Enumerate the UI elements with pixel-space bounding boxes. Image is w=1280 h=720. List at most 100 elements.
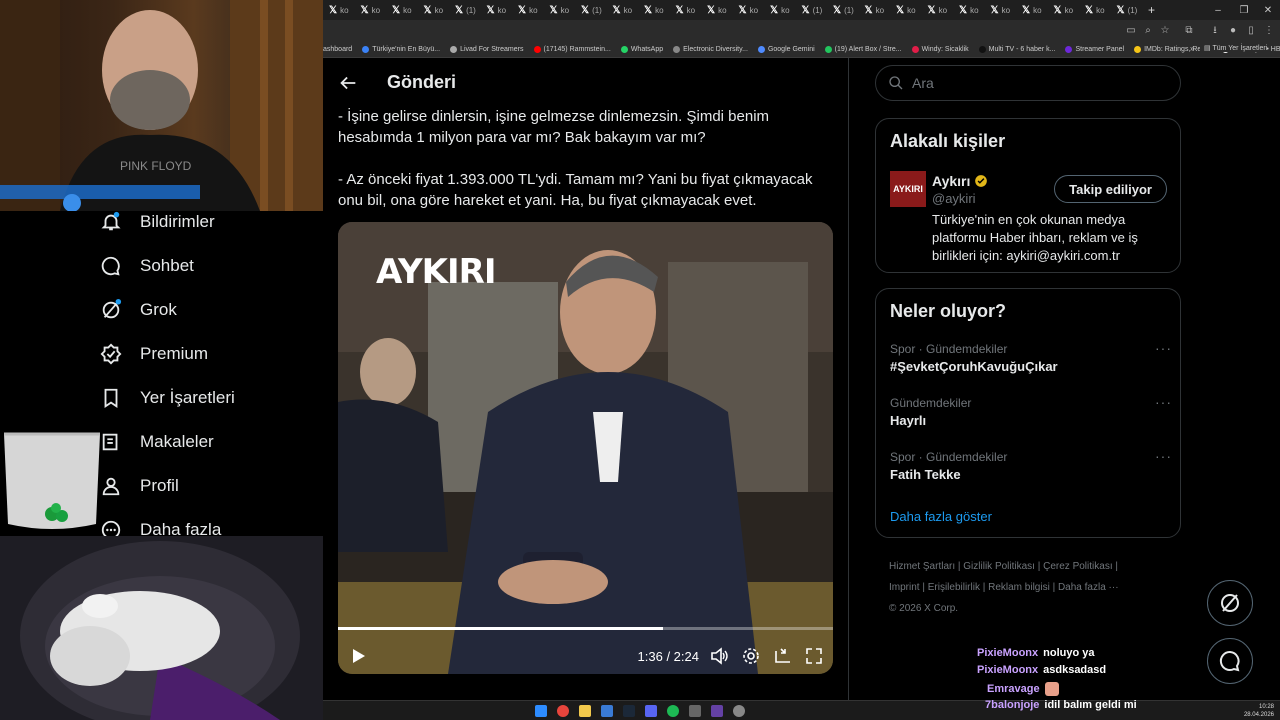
video-player[interactable]: AYKIRI 1:36 / 2:24 — [338, 222, 833, 674]
footer-link[interactable]: Daha fazla ··· — [1058, 582, 1119, 593]
bookmark-item[interactable]: Google Gemini — [757, 46, 815, 53]
bookmark-favicon-icon — [1065, 46, 1073, 53]
browser-tab[interactable]: 𝕏 (1) — [829, 0, 861, 20]
bookmark-item[interactable]: WhatsApp — [620, 46, 663, 53]
new-tab-button[interactable]: + — [1144, 0, 1176, 20]
nav-item-articles[interactable]: Makaleler — [100, 431, 214, 453]
nav-item-notifications[interactable]: Bildirimler — [100, 211, 215, 233]
app-icon[interactable] — [733, 705, 745, 717]
bookmarks-overflow-button[interactable]: » — [1190, 44, 1194, 53]
browser-tab[interactable]: 𝕏ko — [388, 0, 420, 20]
play-icon[interactable] — [348, 646, 368, 666]
browser-tab[interactable]: 𝕏ko — [703, 0, 735, 20]
more-options-icon[interactable]: ··· — [1155, 340, 1172, 356]
system-clock[interactable]: 10:28 28.04.2026 — [1244, 703, 1274, 719]
avatar[interactable]: AYKIRI — [890, 171, 926, 207]
streaming-app-icon[interactable] — [711, 705, 723, 717]
profile-avatar-icon[interactable]: ● — [1226, 24, 1240, 38]
show-more-link[interactable]: Daha fazla göster — [890, 509, 992, 524]
chrome-icon[interactable] — [557, 705, 569, 717]
download-icon[interactable]: ⭳ — [1208, 24, 1222, 38]
browser-tab[interactable]: 𝕏ko — [1081, 0, 1113, 20]
spotify-icon[interactable] — [667, 705, 679, 717]
browser-tab[interactable]: 𝕏ko — [514, 0, 546, 20]
bookmark-item[interactable]: ashboard — [323, 46, 352, 53]
extensions-icon[interactable]: ⧉ — [1182, 24, 1196, 38]
app-icon[interactable] — [689, 705, 701, 717]
browser-tab[interactable]: 𝕏 (1) — [1113, 0, 1145, 20]
footer-link[interactable]: Reklam bilgisi — [988, 582, 1050, 593]
start-icon[interactable] — [535, 705, 547, 717]
nav-item-profile[interactable]: Profil — [100, 475, 179, 497]
separator: | — [1034, 561, 1044, 572]
app-icon[interactable] — [601, 705, 613, 717]
browser-tab[interactable]: 𝕏ko — [325, 0, 357, 20]
browser-tab[interactable]: 𝕏ko — [955, 0, 987, 20]
trend-item[interactable]: Gündemdekiler Hayrlı ··· — [890, 394, 1172, 428]
video-progress-bar[interactable] — [338, 627, 833, 630]
bookmark-item[interactable]: Electronic Diversity... — [673, 46, 748, 53]
grok-fab-button[interactable] — [1207, 580, 1253, 626]
browser-tab[interactable]: 𝕏ko — [420, 0, 452, 20]
browser-tab[interactable]: 𝕏ko — [766, 0, 798, 20]
browser-tab[interactable]: 𝕏ko — [861, 0, 893, 20]
browser-tab[interactable]: 𝕏ko — [1050, 0, 1082, 20]
messages-fab-button[interactable] — [1207, 638, 1253, 684]
all-bookmarks-button[interactable]: ▤ Tüm Yer İşaretleri — [1200, 44, 1268, 52]
bookmark-item[interactable]: Türkiye'nin En Büyü... — [362, 46, 440, 53]
following-button[interactable]: Takip ediliyor — [1054, 175, 1167, 203]
discord-icon[interactable] — [645, 705, 657, 717]
minimize-button[interactable]: – — [1204, 0, 1232, 20]
close-window-button[interactable]: ✕ — [1254, 0, 1280, 20]
footer-link[interactable]: Hizmet Şartları — [889, 561, 955, 572]
nav-item-premium[interactable]: Premium — [100, 343, 208, 365]
footer-link[interactable]: Erişilebilirlik — [928, 582, 980, 593]
footer-link[interactable]: Imprint — [889, 582, 920, 593]
browser-tab[interactable]: 𝕏 (1) — [577, 0, 609, 20]
browser-tab[interactable]: 𝕏ko — [892, 0, 924, 20]
more-options-icon[interactable]: ··· — [1155, 394, 1172, 410]
panel-icon[interactable]: ▯ — [1244, 24, 1258, 38]
browser-tab[interactable]: 𝕏ko — [357, 0, 389, 20]
browser-tab[interactable]: 𝕏 (1) — [798, 0, 830, 20]
search-input[interactable] — [912, 75, 1162, 91]
fullscreen-icon[interactable] — [804, 646, 824, 666]
back-arrow-icon[interactable] — [337, 72, 359, 94]
picture-in-picture-icon[interactable] — [773, 646, 793, 666]
star-icon[interactable]: ☆ — [1158, 24, 1172, 38]
bookmark-item[interactable]: (19) Alert Box / Stre... — [824, 46, 902, 53]
browser-tab[interactable]: 𝕏ko — [735, 0, 767, 20]
bookmark-item[interactable]: Multi TV - 6 haber k... — [978, 46, 1055, 53]
menu-icon[interactable]: ⋮ — [1262, 24, 1276, 38]
browser-tab[interactable]: 𝕏ko — [672, 0, 704, 20]
file-explorer-icon[interactable] — [579, 705, 591, 717]
browser-tab[interactable]: 𝕏ko — [924, 0, 956, 20]
browser-tab[interactable]: 𝕏 (1) — [451, 0, 483, 20]
nav-item-chat[interactable]: Sohbet — [100, 255, 194, 277]
browser-tab[interactable]: 𝕏ko — [987, 0, 1019, 20]
footer-link[interactable]: Gizlilik Politikası — [963, 561, 1035, 572]
steam-icon[interactable] — [623, 705, 635, 717]
footer-link[interactable]: Çerez Politikası — [1043, 561, 1112, 572]
browser-tab[interactable]: 𝕏ko — [609, 0, 641, 20]
bookmark-item[interactable]: Windy: Sicaklik — [911, 46, 969, 53]
browser-tab[interactable]: 𝕏ko — [483, 0, 515, 20]
nav-item-bookmarks[interactable]: Yer İşaretleri — [100, 387, 235, 409]
zoom-icon[interactable]: ⌕ — [1141, 24, 1155, 38]
browser-tab[interactable]: 𝕏ko — [1018, 0, 1050, 20]
bookmark-item[interactable]: (17145) Rammstein... — [533, 46, 611, 53]
settings-gear-icon[interactable] — [741, 646, 761, 666]
trend-item[interactable]: Spor · Gündemdekiler Fatih Tekke ··· — [890, 448, 1172, 482]
nav-item-grok[interactable]: Grok — [100, 299, 177, 321]
bookmark-item[interactable]: Streamer Panel — [1065, 46, 1124, 53]
volume-icon[interactable] — [709, 646, 729, 666]
bookmark-favicon-icon — [978, 46, 986, 53]
browser-tab[interactable]: 𝕏ko — [546, 0, 578, 20]
account-name-row[interactable]: Aykırı — [932, 173, 988, 189]
cast-icon[interactable]: ▭ — [1124, 24, 1138, 38]
bookmark-item[interactable]: Livad For Streamers — [450, 46, 524, 53]
more-options-icon[interactable]: ··· — [1155, 448, 1172, 464]
trend-item[interactable]: Spor · Gündemdekiler #ŞevketÇoruhKavuğuÇ… — [890, 340, 1172, 374]
browser-tab[interactable]: 𝕏ko — [640, 0, 672, 20]
search-box[interactable] — [875, 65, 1181, 101]
